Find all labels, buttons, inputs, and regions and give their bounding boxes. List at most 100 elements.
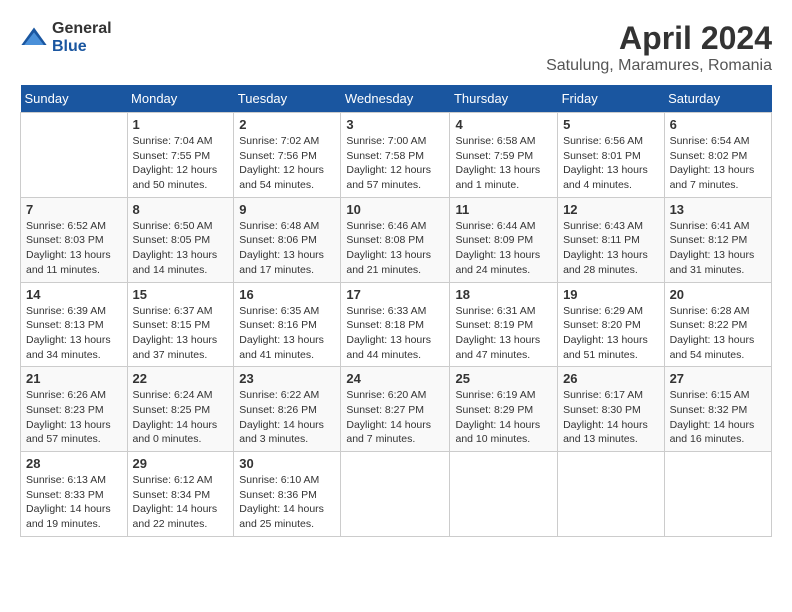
column-header-monday: Monday	[127, 85, 234, 113]
calendar-cell: 5 Sunrise: 6:56 AM Sunset: 8:01 PM Daylig…	[558, 113, 665, 198]
day-number: 11	[455, 202, 552, 217]
logo-icon	[20, 24, 48, 52]
day-info: Sunrise: 6:33 AM Sunset: 8:18 PM Dayligh…	[346, 304, 444, 363]
calendar-cell	[664, 452, 771, 537]
day-number: 3	[346, 117, 444, 132]
calendar-title: April 2024	[546, 20, 772, 57]
logo-general-text: General	[52, 20, 112, 38]
day-info: Sunrise: 6:22 AM Sunset: 8:26 PM Dayligh…	[239, 388, 335, 447]
calendar-cell: 19 Sunrise: 6:29 AM Sunset: 8:20 PM Dayli…	[558, 282, 665, 367]
calendar-cell: 1 Sunrise: 7:04 AM Sunset: 7:55 PM Daylig…	[127, 113, 234, 198]
day-info: Sunrise: 6:44 AM Sunset: 8:09 PM Dayligh…	[455, 219, 552, 278]
calendar-cell: 6 Sunrise: 6:54 AM Sunset: 8:02 PM Daylig…	[664, 113, 771, 198]
day-number: 18	[455, 287, 552, 302]
calendar-cell: 13 Sunrise: 6:41 AM Sunset: 8:12 PM Dayli…	[664, 197, 771, 282]
day-info: Sunrise: 6:24 AM Sunset: 8:25 PM Dayligh…	[133, 388, 229, 447]
calendar-cell: 9 Sunrise: 6:48 AM Sunset: 8:06 PM Daylig…	[234, 197, 341, 282]
day-number: 19	[563, 287, 659, 302]
day-info: Sunrise: 6:41 AM Sunset: 8:12 PM Dayligh…	[670, 219, 766, 278]
title-area: April 2024 Satulung, Maramures, Romania	[546, 20, 772, 75]
calendar-cell	[558, 452, 665, 537]
day-number: 8	[133, 202, 229, 217]
column-header-wednesday: Wednesday	[341, 85, 450, 113]
calendar-cell: 18 Sunrise: 6:31 AM Sunset: 8:19 PM Dayli…	[450, 282, 558, 367]
calendar-cell: 3 Sunrise: 7:00 AM Sunset: 7:58 PM Daylig…	[341, 113, 450, 198]
day-number: 4	[455, 117, 552, 132]
day-info: Sunrise: 6:46 AM Sunset: 8:08 PM Dayligh…	[346, 219, 444, 278]
day-info: Sunrise: 7:02 AM Sunset: 7:56 PM Dayligh…	[239, 134, 335, 193]
day-number: 21	[26, 371, 122, 386]
day-info: Sunrise: 6:15 AM Sunset: 8:32 PM Dayligh…	[670, 388, 766, 447]
calendar-cell: 28Sunrise: 6:13 AM Sunset: 8:33 PM Dayli…	[21, 452, 128, 537]
day-number: 22	[133, 371, 229, 386]
column-header-sunday: Sunday	[21, 85, 128, 113]
calendar-cell: 16 Sunrise: 6:35 AM Sunset: 8:16 PM Dayli…	[234, 282, 341, 367]
calendar-cell: 2 Sunrise: 7:02 AM Sunset: 7:56 PM Daylig…	[234, 113, 341, 198]
day-number: 23	[239, 371, 335, 386]
calendar-cell: 14 Sunrise: 6:39 AM Sunset: 8:13 PM Dayli…	[21, 282, 128, 367]
day-info: Sunrise: 6:37 AM Sunset: 8:15 PM Dayligh…	[133, 304, 229, 363]
calendar-cell: 25Sunrise: 6:19 AM Sunset: 8:29 PM Dayli…	[450, 367, 558, 452]
day-number: 12	[563, 202, 659, 217]
calendar-cell: 12 Sunrise: 6:43 AM Sunset: 8:11 PM Dayli…	[558, 197, 665, 282]
day-info: Sunrise: 6:52 AM Sunset: 8:03 PM Dayligh…	[26, 219, 122, 278]
calendar-cell: 29Sunrise: 6:12 AM Sunset: 8:34 PM Dayli…	[127, 452, 234, 537]
day-info: Sunrise: 6:20 AM Sunset: 8:27 PM Dayligh…	[346, 388, 444, 447]
day-number: 20	[670, 287, 766, 302]
day-number: 2	[239, 117, 335, 132]
calendar-cell: 22 Sunrise: 6:24 AM Sunset: 8:25 PM Dayli…	[127, 367, 234, 452]
calendar-cell: 11 Sunrise: 6:44 AM Sunset: 8:09 PM Dayli…	[450, 197, 558, 282]
day-number: 14	[26, 287, 122, 302]
calendar-cell: 15 Sunrise: 6:37 AM Sunset: 8:15 PM Dayli…	[127, 282, 234, 367]
calendar-cell	[450, 452, 558, 537]
logo-blue-text: Blue	[52, 38, 112, 56]
day-number: 9	[239, 202, 335, 217]
day-info: Sunrise: 6:54 AM Sunset: 8:02 PM Dayligh…	[670, 134, 766, 193]
day-info: Sunrise: 6:13 AM Sunset: 8:33 PM Dayligh…	[26, 473, 122, 532]
calendar-cell: 17 Sunrise: 6:33 AM Sunset: 8:18 PM Dayli…	[341, 282, 450, 367]
day-info: Sunrise: 6:31 AM Sunset: 8:19 PM Dayligh…	[455, 304, 552, 363]
day-number: 16	[239, 287, 335, 302]
calendar-cell: 24Sunrise: 6:20 AM Sunset: 8:27 PM Dayli…	[341, 367, 450, 452]
day-info: Sunrise: 6:10 AM Sunset: 8:36 PM Dayligh…	[239, 473, 335, 532]
day-number: 13	[670, 202, 766, 217]
column-header-tuesday: Tuesday	[234, 85, 341, 113]
calendar-cell: 8Sunrise: 6:50 AM Sunset: 8:05 PM Daylig…	[127, 197, 234, 282]
calendar-cell	[341, 452, 450, 537]
calendar-cell	[21, 113, 128, 198]
week-row-1: 1 Sunrise: 7:04 AM Sunset: 7:55 PM Daylig…	[21, 113, 772, 198]
column-header-friday: Friday	[558, 85, 665, 113]
day-info: Sunrise: 6:29 AM Sunset: 8:20 PM Dayligh…	[563, 304, 659, 363]
calendar-cell: 10 Sunrise: 6:46 AM Sunset: 8:08 PM Dayli…	[341, 197, 450, 282]
header-row: SundayMondayTuesdayWednesdayThursdayFrid…	[21, 85, 772, 113]
calendar-cell: 7Sunrise: 6:52 AM Sunset: 8:03 PM Daylig…	[21, 197, 128, 282]
day-info: Sunrise: 7:04 AM Sunset: 7:55 PM Dayligh…	[133, 134, 229, 193]
day-info: Sunrise: 6:39 AM Sunset: 8:13 PM Dayligh…	[26, 304, 122, 363]
day-number: 5	[563, 117, 659, 132]
day-number: 26	[563, 371, 659, 386]
day-info: Sunrise: 7:00 AM Sunset: 7:58 PM Dayligh…	[346, 134, 444, 193]
logo-text: General Blue	[52, 20, 112, 55]
day-number: 29	[133, 456, 229, 471]
calendar-table: SundayMondayTuesdayWednesdayThursdayFrid…	[20, 85, 772, 537]
day-info: Sunrise: 6:43 AM Sunset: 8:11 PM Dayligh…	[563, 219, 659, 278]
day-info: Sunrise: 6:48 AM Sunset: 8:06 PM Dayligh…	[239, 219, 335, 278]
week-row-4: 21 Sunrise: 6:26 AM Sunset: 8:23 PM Dayli…	[21, 367, 772, 452]
header: General Blue April 2024 Satulung, Maramu…	[20, 20, 772, 75]
day-number: 1	[133, 117, 229, 132]
day-info: Sunrise: 6:35 AM Sunset: 8:16 PM Dayligh…	[239, 304, 335, 363]
column-header-thursday: Thursday	[450, 85, 558, 113]
calendar-cell: 26Sunrise: 6:17 AM Sunset: 8:30 PM Dayli…	[558, 367, 665, 452]
day-number: 10	[346, 202, 444, 217]
calendar-subtitle: Satulung, Maramures, Romania	[546, 57, 772, 75]
week-row-3: 14 Sunrise: 6:39 AM Sunset: 8:13 PM Dayli…	[21, 282, 772, 367]
logo: General Blue	[20, 20, 112, 55]
day-info: Sunrise: 6:26 AM Sunset: 8:23 PM Dayligh…	[26, 388, 122, 447]
day-info: Sunrise: 6:56 AM Sunset: 8:01 PM Dayligh…	[563, 134, 659, 193]
day-number: 15	[133, 287, 229, 302]
week-row-5: 28Sunrise: 6:13 AM Sunset: 8:33 PM Dayli…	[21, 452, 772, 537]
day-number: 6	[670, 117, 766, 132]
day-number: 17	[346, 287, 444, 302]
week-row-2: 7Sunrise: 6:52 AM Sunset: 8:03 PM Daylig…	[21, 197, 772, 282]
day-number: 25	[455, 371, 552, 386]
